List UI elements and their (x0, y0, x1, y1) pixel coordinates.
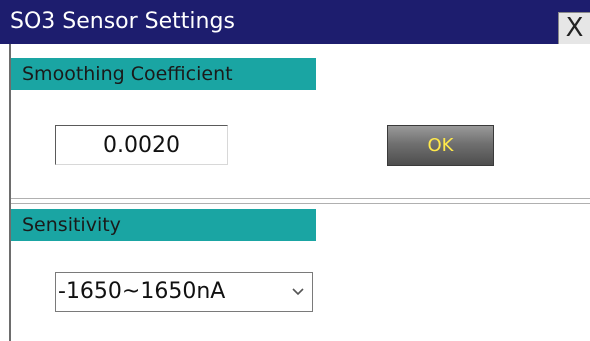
sensitivity-select[interactable]: -1650~1650nA (55, 272, 313, 312)
section-divider (11, 198, 590, 200)
chevron-down-icon (292, 288, 304, 296)
section-divider-lower (11, 203, 590, 204)
close-icon: X (565, 13, 584, 43)
sensitivity-header: Sensitivity (11, 209, 316, 241)
settings-dialog: SO3 Sensor Settings X Smoothing Coeffici… (0, 0, 590, 341)
title-bar: SO3 Sensor Settings X (0, 0, 590, 44)
smoothing-coefficient-header: Smoothing Coefficient (11, 58, 316, 90)
sensitivity-selected-value: -1650~1650nA (58, 279, 226, 304)
smoothing-coefficient-input[interactable] (55, 125, 228, 165)
ok-button[interactable]: OK (387, 125, 494, 166)
close-button[interactable]: X (558, 12, 590, 44)
window-title: SO3 Sensor Settings (10, 9, 235, 34)
